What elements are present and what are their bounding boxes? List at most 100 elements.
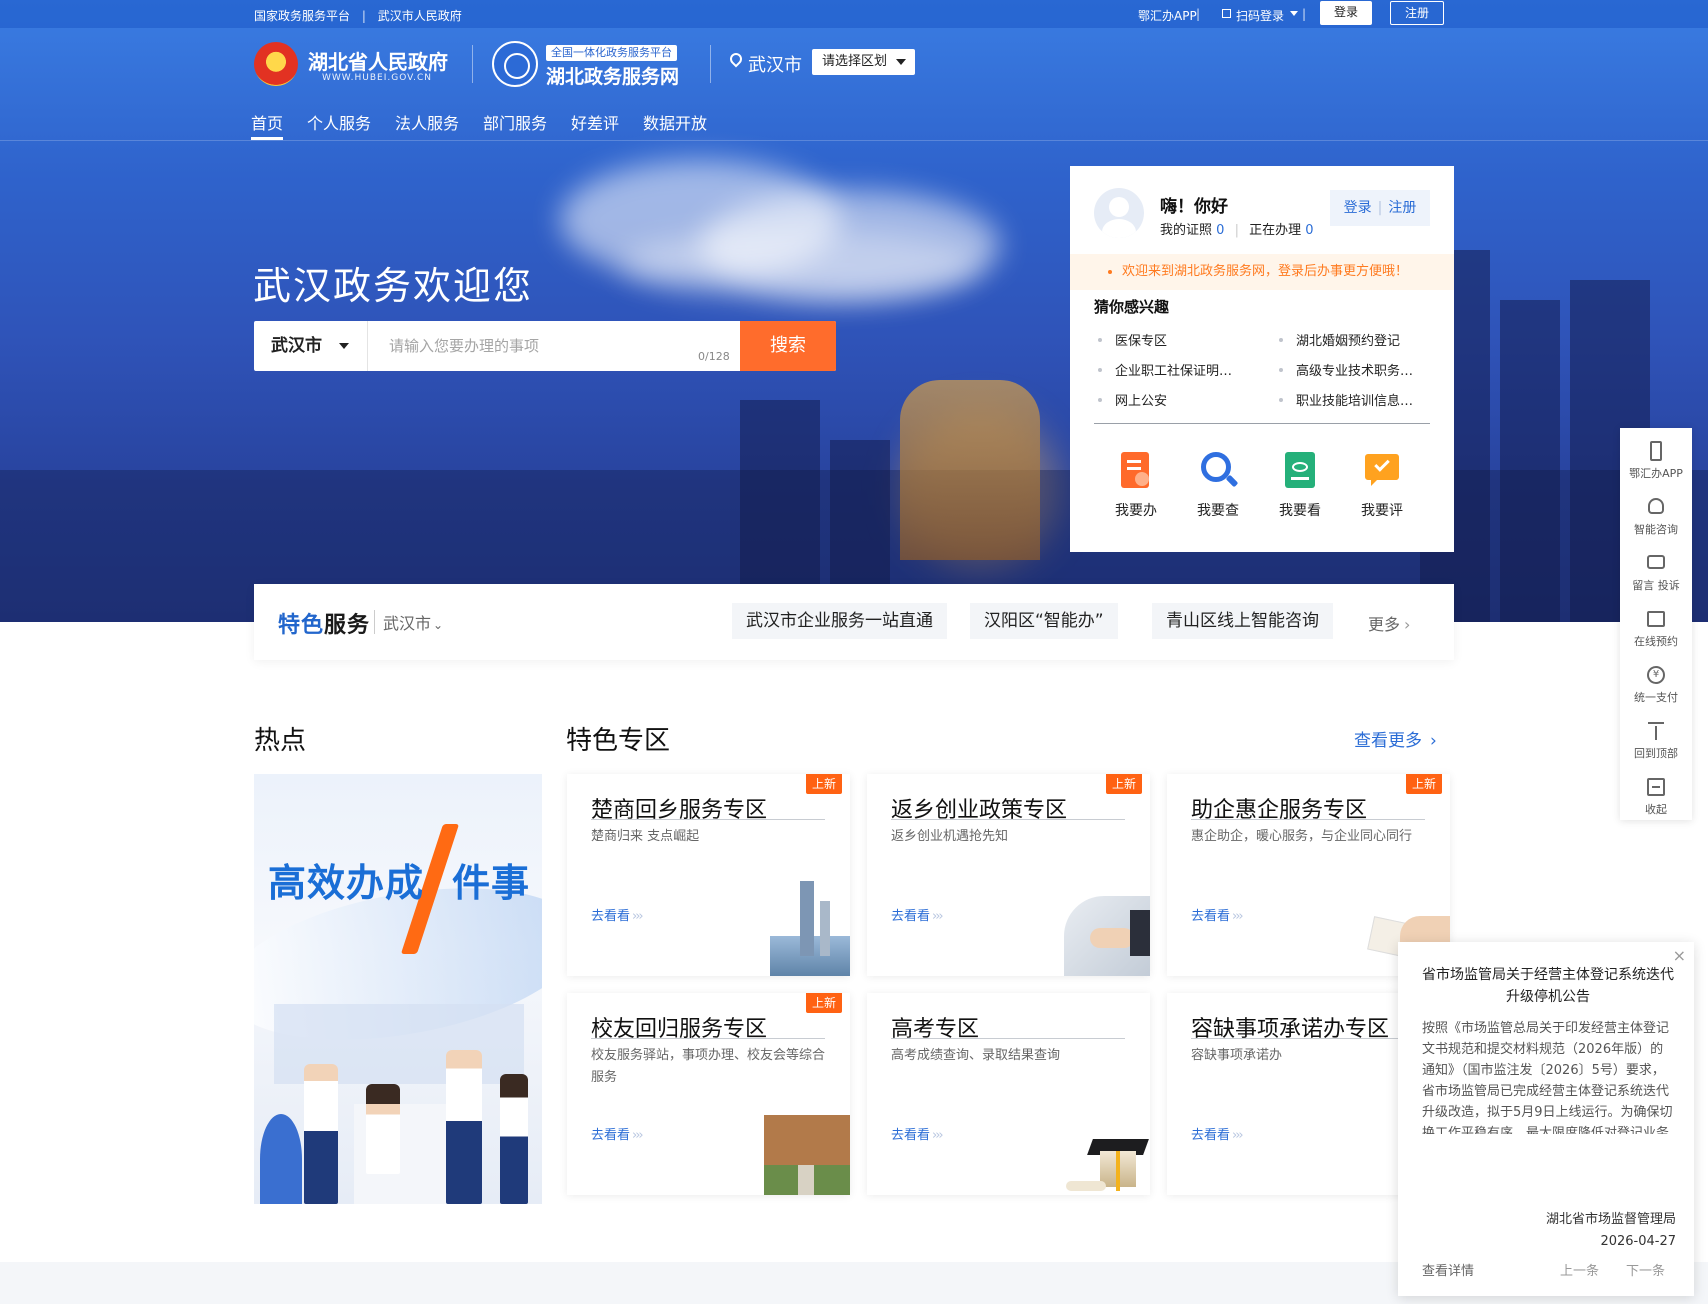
nav-corporate[interactable]: 法人服务 [395, 110, 459, 134]
zone-card-go-link[interactable]: 去看看 ››› [591, 1124, 644, 1143]
search-city-select[interactable]: 武汉市 [254, 321, 368, 371]
banner-slogan: 高效办成 件事 [268, 852, 530, 907]
chevron-right-icon: › [1430, 731, 1437, 751]
qr-icon [1222, 9, 1231, 18]
my-license-count[interactable]: 0 [1216, 223, 1224, 238]
search-button[interactable]: 搜索 [740, 321, 836, 371]
zone-card-go-link[interactable]: 去看看 ››› [891, 905, 944, 924]
interest-item[interactable]: 高级专业技术职务… [1275, 360, 1413, 379]
announcement-detail-link[interactable]: 查看详情 [1422, 1260, 1474, 1279]
zone-card-go-link[interactable]: 去看看 ››› [891, 1124, 944, 1143]
quick-action-rate[interactable]: 我要评 [1352, 452, 1412, 520]
banner-plant [260, 1114, 302, 1204]
panel-login-link[interactable]: 登录 [1344, 200, 1372, 216]
nav-open-data[interactable]: 数据开放 [643, 110, 707, 134]
side-consult[interactable]: 智能咨询 [1620, 488, 1692, 544]
side-payment[interactable]: ¥ 统一支付 [1620, 656, 1692, 712]
search-icon [1199, 452, 1239, 490]
panel-divider [1094, 423, 1430, 424]
announcement-next-button[interactable]: 下一条 [1626, 1260, 1665, 1279]
check-message-icon [1363, 452, 1401, 490]
new-badge: 上新 [1406, 774, 1442, 794]
featured-chip[interactable]: 青山区线上智能咨询 [1152, 603, 1333, 639]
nav-divider [0, 140, 1708, 141]
campus-image [760, 1100, 850, 1195]
zone-card-go-label: 去看看 [1191, 909, 1231, 924]
zone-card-divider [891, 1038, 1125, 1039]
side-appointment[interactable]: 在线预约 [1620, 600, 1692, 656]
graduation-cap-image [1060, 1100, 1150, 1195]
national-platform-link[interactable]: 国家政务服务平台 [254, 7, 350, 24]
user-stats: 我的证照 0 | 正在办理 0 [1160, 219, 1314, 238]
my-license-label[interactable]: 我的证照 [1160, 223, 1212, 238]
header-divider [472, 45, 473, 83]
featured-more-link[interactable]: 更多 › [1368, 611, 1410, 635]
platform-name[interactable]: 湖北政务服务网 [546, 62, 679, 89]
zone-more-link[interactable]: 查看更多 › [1354, 726, 1437, 751]
region-select[interactable]: 请选择区划 [812, 49, 915, 75]
nav-personal[interactable]: 个人服务 [307, 110, 371, 134]
quick-action-label: 我要查 [1197, 503, 1239, 519]
gov-name[interactable]: 湖北省人民政府 [308, 46, 448, 75]
search-input[interactable] [369, 321, 739, 371]
zone-card-go-link[interactable]: 去看看 ››› [1191, 1124, 1244, 1143]
wuhan-gov-link[interactable]: 武汉市人民政府 [378, 7, 462, 24]
nav-evaluation[interactable]: 好差评 [571, 110, 619, 134]
in-progress-count[interactable]: 0 [1305, 223, 1313, 238]
featured-city-select[interactable]: 武汉市 ⌄ [374, 610, 443, 634]
zone-card[interactable]: 校友回归服务专区 校友服务驿站，事项办理、校友会等综合服务 去看看 ››› 上新 [567, 993, 850, 1195]
interest-item[interactable]: 职业技能培训信息… [1275, 390, 1413, 409]
chevron-down-icon: ⌄ [433, 618, 444, 632]
zone-card[interactable]: 高考专区 高考成绩查询、录取结果查询 去看看 ››› [867, 993, 1150, 1195]
new-badge: 上新 [806, 993, 842, 1013]
side-label: 智能咨询 [1634, 523, 1678, 536]
skyline-image [760, 881, 850, 976]
quick-action-view[interactable]: 我要看 [1270, 452, 1330, 520]
side-label: 鄂汇办APP [1629, 467, 1683, 480]
zone-card-go-label: 去看看 [891, 1128, 931, 1143]
double-chevron-icon: ››› [632, 1128, 644, 1143]
featured-chip[interactable]: 武汉市企业服务一站直通 [732, 603, 947, 639]
side-collapse[interactable]: 收起 [1620, 768, 1692, 824]
banner-person [446, 1050, 482, 1204]
side-app[interactable]: 鄂汇办APP [1620, 432, 1692, 488]
interest-item[interactable]: 企业职工社保证明… [1094, 360, 1232, 379]
nav-active-indicator [251, 137, 283, 140]
featured-title: 特色服务 [278, 607, 370, 639]
document-icon [1117, 452, 1155, 490]
zone-card[interactable]: 返乡创业政策专区 返乡创业机遇抢先知 去看看 ››› 上新 [867, 774, 1150, 976]
quick-action-do[interactable]: 我要办 [1106, 452, 1166, 520]
current-city: 武汉市 [748, 55, 802, 76]
side-label: 收起 [1645, 803, 1667, 816]
zone-card[interactable]: 楚商回乡服务专区 楚商归来 支点崛起 去看看 ››› 上新 [567, 774, 850, 976]
zone-card-go-label: 去看看 [891, 909, 931, 924]
login-button[interactable]: 登录 [1320, 1, 1372, 25]
close-icon[interactable]: × [1673, 946, 1686, 965]
interest-title: 猜你感兴趣 [1094, 298, 1170, 316]
hot-banner[interactable]: 高效办成 件事 [254, 774, 542, 1204]
quick-action-search[interactable]: 我要查 [1188, 452, 1248, 520]
scan-login-link[interactable]: 扫码登录 [1236, 7, 1284, 24]
yellow-crane-tower [900, 380, 1040, 560]
announcement-prev-button[interactable]: 上一条 [1560, 1260, 1599, 1279]
interest-item[interactable]: 湖北婚姻预约登记 [1275, 330, 1400, 349]
featured-chip[interactable]: 汉阳区“智能办” [970, 603, 1118, 639]
panel-register-link[interactable]: 注册 [1388, 200, 1416, 216]
banner-slogan-a: 高效办成 [268, 861, 425, 905]
interest-item[interactable]: 网上公安 [1094, 390, 1167, 409]
in-progress-label[interactable]: 正在办理 [1249, 223, 1301, 238]
banner-person [500, 1074, 528, 1204]
national-emblem-icon [254, 42, 298, 86]
zone-card-desc: 返乡创业机遇抢先知 [891, 829, 1009, 844]
interest-item[interactable]: 医保专区 [1094, 330, 1167, 349]
nav-department[interactable]: 部门服务 [483, 110, 547, 134]
double-chevron-icon: ››› [632, 909, 644, 924]
side-message[interactable]: 留言 投诉 [1620, 544, 1692, 600]
avatar[interactable] [1094, 188, 1144, 238]
zone-card-go-link[interactable]: 去看看 ››› [1191, 905, 1244, 924]
side-back-top[interactable]: 回到顶部 [1620, 712, 1692, 768]
register-button[interactable]: 注册 [1390, 1, 1444, 25]
zone-card-go-link[interactable]: 去看看 ››› [591, 905, 644, 924]
app-link[interactable]: 鄂汇办APP [1138, 7, 1197, 24]
nav-home[interactable]: 首页 [251, 110, 283, 134]
